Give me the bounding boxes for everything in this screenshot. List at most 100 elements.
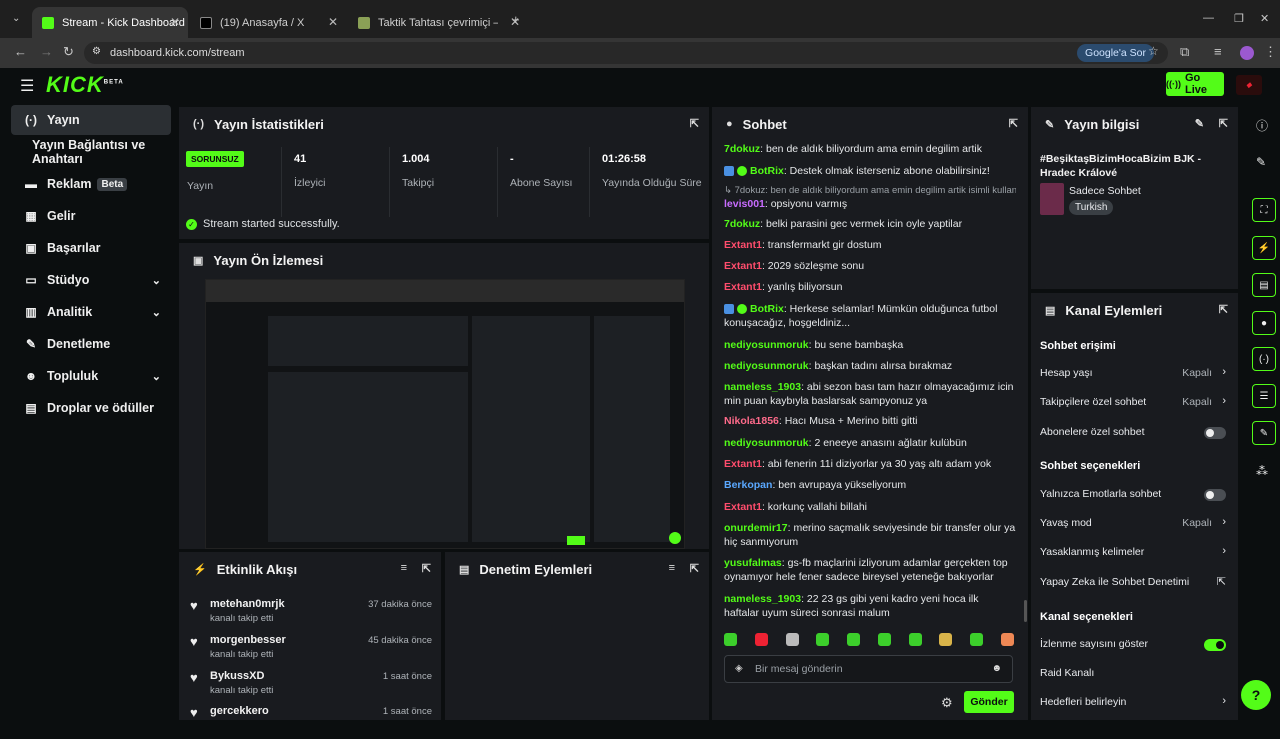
chat-username[interactable]: nameless_1903: [724, 593, 801, 605]
sidebar-item-gelir[interactable]: ▦ Gelir: [11, 201, 171, 231]
emote-icon[interactable]: [877, 633, 891, 646]
sidebar-item-analitik[interactable]: ▥ Analitik ⌄: [11, 297, 171, 327]
sidebar-item-stream-key[interactable]: Yayın Bağlantısı ve Anahtarı: [11, 137, 171, 167]
widgets-icon[interactable]: ⁂: [1256, 464, 1268, 478]
chat-username[interactable]: BotRix: [750, 165, 784, 177]
chat-username[interactable]: Nikola1856: [724, 415, 779, 427]
slow-mode-row[interactable]: Yavaş mod Kapalı ›: [1040, 516, 1230, 535]
chat-username[interactable]: 7dokuz: [724, 143, 760, 155]
filter-icon[interactable]: ≡: [669, 562, 675, 574]
maximize-icon[interactable]: ❐: [1234, 12, 1244, 25]
emote-icon[interactable]: [754, 633, 768, 646]
lightning-icon[interactable]: ⚡: [1252, 236, 1276, 260]
new-tab-icon[interactable]: +: [512, 12, 520, 27]
close-window-icon[interactable]: ✕: [1260, 12, 1269, 25]
back-icon[interactable]: ←: [14, 44, 27, 59]
go-live-button[interactable]: ((·)) Go Live: [1166, 72, 1224, 96]
emote-icon[interactable]: [816, 633, 830, 646]
popout-icon[interactable]: ⇱: [1219, 117, 1228, 130]
followers-only-row[interactable]: Takipçilere özel sohbet Kapalı ›: [1040, 395, 1230, 414]
chat-username[interactable]: Extant1: [724, 239, 762, 251]
sidebar-item-yayin[interactable]: (·) Yayın: [11, 105, 171, 135]
emote-icon[interactable]: [970, 633, 984, 646]
tab-kick-dashboard[interactable]: Stream - Kick Dashboard ✕: [32, 7, 188, 38]
sidebar-item-basarilar[interactable]: ▣ Başarılar: [11, 233, 171, 263]
reload-icon[interactable]: ↻: [63, 44, 74, 60]
ai-mod-row[interactable]: Yapay Zeka ile Sohbet Denetimi ⇱: [1040, 576, 1230, 594]
document-icon[interactable]: ▤: [1252, 273, 1276, 297]
edit-icon[interactable]: ✎: [1256, 155, 1266, 169]
subs-only-toggle[interactable]: [1204, 427, 1226, 439]
info-icon[interactable]: ⓘ: [1256, 117, 1268, 134]
hamburger-menu-icon[interactable]: ☰: [20, 76, 34, 96]
forward-icon[interactable]: →: [40, 44, 53, 59]
layout-icon[interactable]: ☰: [1252, 384, 1276, 408]
kick-logo[interactable]: KICKBETA: [46, 72, 124, 98]
minimize-icon[interactable]: —: [1203, 12, 1214, 24]
popout-icon[interactable]: ⇱: [422, 562, 431, 575]
chat-username[interactable]: Extant1: [724, 458, 762, 470]
chat-username[interactable]: Extant1: [724, 260, 762, 272]
filter-icon[interactable]: ≡: [401, 562, 407, 574]
raid-row[interactable]: Raid Kanalı: [1040, 667, 1230, 685]
tab-x[interactable]: (19) Anasayfa / X ✕: [190, 7, 346, 38]
media-icon[interactable]: ≡: [1214, 44, 1222, 59]
site-info-icon[interactable]: ⚙: [92, 46, 101, 57]
popout-icon[interactable]: ⇱: [690, 117, 699, 130]
chat-username[interactable]: yusufalmas: [724, 557, 782, 569]
chat-username[interactable]: onurdemir17: [724, 522, 788, 534]
emote-icon[interactable]: [1000, 633, 1014, 646]
help-button[interactable]: ?: [1241, 680, 1271, 710]
chat-username[interactable]: Extant1: [724, 281, 762, 293]
close-icon[interactable]: ✕: [170, 15, 180, 29]
emoji-icon[interactable]: ☻: [991, 663, 1002, 674]
chat-username[interactable]: nediyosunmoruk: [724, 339, 809, 351]
chat-input[interactable]: ◈ Bir mesaj gönderin ☻: [724, 655, 1013, 683]
chat-username[interactable]: levis001: [724, 198, 765, 210]
goals-row[interactable]: Hedefleri belirleyin ›: [1040, 695, 1230, 714]
account-age-row[interactable]: Hesap yaşı Kapalı ›: [1040, 366, 1230, 385]
show-viewers-toggle[interactable]: [1204, 639, 1226, 651]
chat-username[interactable]: Berkopan: [724, 479, 772, 491]
emote-icon[interactable]: [908, 633, 922, 646]
profile-avatar[interactable]: [1240, 46, 1254, 60]
chat-username[interactable]: nameless_1903: [724, 381, 801, 393]
scan-icon[interactable]: ⛶: [1252, 198, 1276, 222]
sidebar-item-topluluk[interactable]: ☻ Topluluk ⌄: [11, 361, 171, 391]
emote-icon[interactable]: [939, 633, 953, 646]
send-button[interactable]: Gönder: [964, 691, 1014, 713]
chat-username[interactable]: nediyosunmoruk: [724, 437, 809, 449]
chat-username[interactable]: BotRix: [750, 303, 784, 315]
channel-logo-icon[interactable]: ◆: [1236, 75, 1262, 95]
stream-preview-video[interactable]: [205, 279, 685, 549]
sidebar-item-denetleme[interactable]: ✎ Denetleme: [11, 329, 171, 359]
chat-scrollbar[interactable]: [1024, 600, 1027, 622]
popout-icon[interactable]: ⇱: [1219, 303, 1228, 316]
popout-icon[interactable]: ⇱: [690, 562, 699, 575]
emote-icon[interactable]: [785, 633, 799, 646]
chat-username[interactable]: Extant1: [724, 501, 762, 513]
tab-taktik[interactable]: Taktik Tahtası çevrimiçi – Futbol ✕: [348, 7, 528, 38]
sidebar-item-studyo[interactable]: ▭ Stüdyo ⌄: [11, 265, 171, 295]
tab-list-icon[interactable]: ⌄: [12, 13, 20, 24]
extensions-icon[interactable]: ⧉: [1180, 44, 1189, 60]
browser-menu-icon[interactable]: ⋮: [1264, 44, 1277, 60]
url-field[interactable]: ⚙ dashboard.kick.com/stream Google'a Sor: [84, 42, 1168, 64]
sidebar-item-reklam[interactable]: ▬ Reklam Beta: [11, 169, 171, 199]
banned-words-row[interactable]: Yasaklanmış kelimeler ›: [1040, 545, 1230, 564]
google-ask-button[interactable]: Google'a Sor: [1077, 44, 1154, 62]
wrench-icon[interactable]: ✎: [1252, 421, 1276, 445]
chat-icon[interactable]: ●: [1252, 311, 1276, 335]
bookmark-icon[interactable]: ☆: [1148, 44, 1159, 58]
emote-icon[interactable]: [847, 633, 861, 646]
sidebar-item-droplar[interactable]: ▤ Droplar ve ödüller: [11, 393, 171, 423]
emotes-only-toggle[interactable]: [1204, 489, 1226, 501]
chat-username[interactable]: 7dokuz: [724, 218, 760, 230]
emote-icon[interactable]: [724, 633, 737, 646]
edit-icon[interactable]: ✎: [1195, 117, 1204, 130]
popout-icon[interactable]: ⇱: [1009, 117, 1018, 130]
close-icon[interactable]: ✕: [328, 15, 338, 29]
broadcast-icon[interactable]: (·): [1252, 347, 1276, 371]
chat-username[interactable]: nediyosunmoruk: [724, 360, 809, 372]
gear-icon[interactable]: ⚙: [941, 695, 953, 711]
